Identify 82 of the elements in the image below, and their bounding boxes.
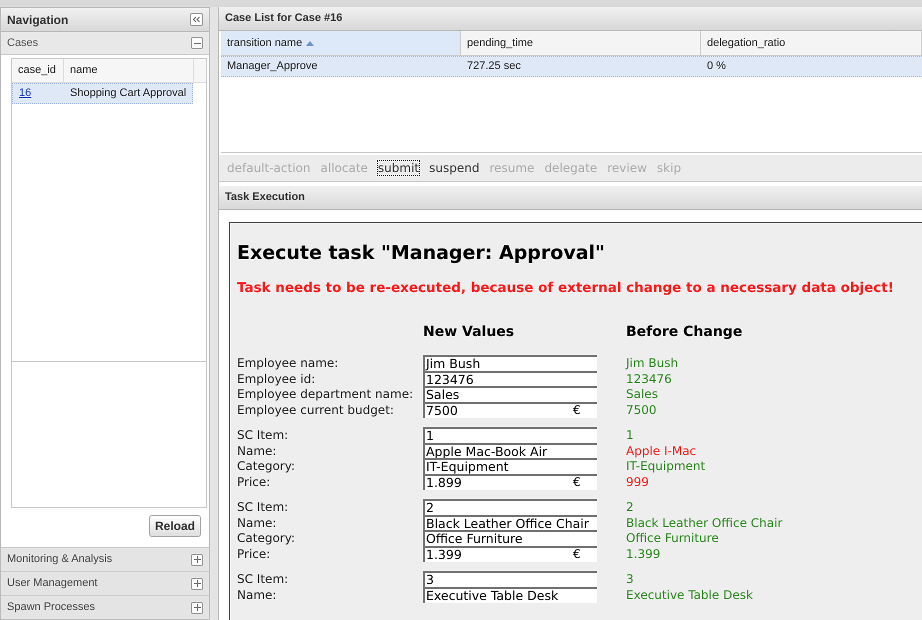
column-heading: Before Change <box>626 323 742 342</box>
section-header[interactable]: Monitoring & Analysis <box>1 547 209 571</box>
toggle-button[interactable] <box>191 602 203 614</box>
column-header[interactable]: delegation_ratio <box>701 31 922 55</box>
action-link[interactable]: submit <box>378 161 420 175</box>
input-field[interactable]: Executive Table Desk <box>423 586 597 602</box>
action-link[interactable]: suspend <box>429 161 480 175</box>
panel-title: Navigation <box>7 12 68 28</box>
plus-icon <box>194 556 200 563</box>
column-header[interactable]: transition name <box>221 31 461 55</box>
input-field[interactable]: Apple Mac-Book Air <box>423 442 597 458</box>
section-title: User Management <box>7 576 98 592</box>
sort-ascending-icon <box>306 40 314 46</box>
section-header[interactable]: Spawn Processes <box>1 595 209 619</box>
section-title: Monitoring & Analysis <box>7 552 112 568</box>
panel-title: Task Execution <box>225 190 305 206</box>
previous-value: 999 <box>626 474 649 490</box>
table-cell-text: Shopping Cart Approval <box>69 86 188 102</box>
section-header[interactable]: User Management <box>1 571 209 595</box>
previous-value: 3 <box>626 571 634 588</box>
warning-message: Task needs to be re-executed, because of external change to a necessary data object! <box>237 279 895 298</box>
input-field[interactable]: Black Leather Office Chair <box>423 514 597 530</box>
plus-icon <box>194 604 200 611</box>
field-label: SC Item: <box>237 500 288 514</box>
previous-value: Sales <box>626 386 658 403</box>
task-heading: Execute task "Manager: Approval" <box>237 241 606 265</box>
previous-value: Jim Bush <box>626 355 678 372</box>
field-label: Price: <box>237 474 270 488</box>
field-label: Price: <box>237 546 270 560</box>
double-chevron-icon <box>192 16 201 23</box>
table-cell-text: 0 % <box>706 59 727 74</box>
input-field[interactable]: 1 <box>423 427 597 443</box>
field-label: Category: <box>237 531 295 545</box>
column-header[interactable]: pending_time <box>461 31 701 55</box>
case-link[interactable]: 16 <box>19 85 32 102</box>
field-label: SC Item: <box>237 428 288 442</box>
column-heading: New Values <box>423 323 516 342</box>
field-label: Employee name: <box>237 356 338 370</box>
field-label: Employee id: <box>237 372 316 386</box>
field-label: Name: <box>237 444 276 458</box>
input-field[interactable]: Jim Bush <box>423 355 597 371</box>
input-field[interactable]: 123476 <box>423 370 597 386</box>
input-field[interactable]: 2 <box>423 499 597 515</box>
minus-icon <box>194 42 200 44</box>
section-title: Cases <box>7 36 38 51</box>
plus-icon <box>194 580 200 587</box>
toggle-button[interactable] <box>191 554 203 566</box>
previous-value: 7500 <box>626 402 657 418</box>
previous-value: Executive Table Desk <box>626 586 753 604</box>
previous-value: 1.399 <box>626 546 660 562</box>
previous-value: 1 <box>626 427 634 444</box>
reload-button[interactable]: Reload <box>148 515 201 537</box>
previous-value: Apple I-Mac <box>626 442 696 460</box>
currency-symbol: € <box>573 546 581 562</box>
field-label: SC Item: <box>237 572 288 586</box>
input-field[interactable]: Sales <box>423 386 597 402</box>
field-label: Name: <box>237 588 276 602</box>
field-label: Category: <box>237 459 295 473</box>
table-cell-text: 727.25 sec <box>466 59 522 74</box>
section-title: Spawn Processes <box>7 600 96 616</box>
previous-value: IT-Equipment <box>626 458 706 475</box>
currency-symbol: € <box>573 402 581 418</box>
column-header[interactable]: case_id <box>12 59 64 82</box>
input-field[interactable]: 3 <box>423 571 597 587</box>
panel-title: Case List for Case #16 <box>225 11 342 26</box>
previous-value: 2 <box>626 499 634 516</box>
field-label: Employee department name: <box>237 387 414 401</box>
table-cell-text: Manager_Approve <box>226 59 319 74</box>
toggle-button[interactable] <box>191 37 203 49</box>
field-label: Name: <box>237 516 276 530</box>
column-header[interactable]: name <box>64 59 194 82</box>
input-field[interactable]: Office Furniture <box>423 530 597 546</box>
table-row[interactable]: Manager_Approve 727.25 sec 0 % <box>221 56 922 77</box>
toggle-button[interactable] <box>191 578 203 590</box>
previous-value: Black Leather Office Chair <box>626 514 782 532</box>
input-field[interactable]: IT-Equipment <box>423 458 597 474</box>
table-row[interactable]: 16 Shopping Cart Approval <box>12 83 193 104</box>
previous-value: Office Furniture <box>626 530 719 547</box>
currency-symbol: € <box>573 474 581 490</box>
previous-value: 123476 <box>626 370 672 388</box>
field-label: Employee current budget: <box>237 402 394 416</box>
collapse-button[interactable] <box>190 13 203 26</box>
